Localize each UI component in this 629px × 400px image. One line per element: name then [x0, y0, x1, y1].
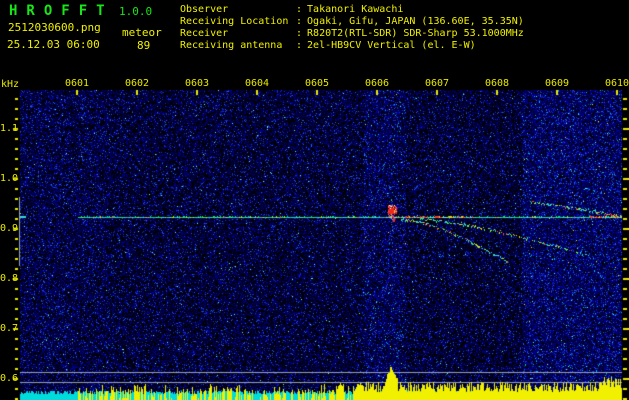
info-row-location: Receiving Location: Ogaki, Gifu, JAPAN (1… [180, 16, 524, 27]
time-label: 0601 [65, 78, 90, 89]
time-label: 0605 [305, 78, 330, 89]
freq-label: 1.0 [0, 173, 19, 184]
time-label: 0608 [485, 78, 510, 89]
time-label: 0610 [605, 78, 629, 89]
time-label: 0606 [365, 78, 390, 89]
time-label: 0609 [545, 78, 570, 89]
time-label: 0602 [125, 78, 150, 89]
hrofft-window: HROFFT 1.0.0 2512030600.png meteor 25.12… [0, 0, 629, 400]
time-label: 0604 [245, 78, 270, 89]
freq-label: 1.1 [0, 123, 19, 134]
echo-count: 89 [137, 39, 151, 52]
freq-label: 0.6 [0, 373, 19, 384]
info-row-receiver: Receiver: R820T2(RTL-SDR) SDR-Sharp 53.10… [180, 28, 524, 39]
freq-label: 0.7 [0, 323, 19, 334]
time-label: 0607 [425, 78, 450, 89]
freq-label: 0.8 [0, 273, 19, 284]
mode-label: meteor [122, 26, 162, 39]
info-row-observer: Observer: Takanori Kawachi [180, 4, 404, 15]
freq-label: 0.9 [0, 223, 19, 234]
freq-unit-label: kHz [1, 79, 20, 90]
spectrogram-canvas [0, 0, 629, 400]
capture-filename: 2512030600.png [8, 21, 101, 34]
station-info: Observer: Takanori Kawachi Receiving Loca… [180, 4, 524, 52]
time-label: 0603 [185, 78, 210, 89]
app-title: HROFFT [9, 3, 114, 19]
info-row-antenna: Receiving antenna:2el-HB9CV Vertical (el… [180, 40, 476, 51]
app-version: 1.0.0 [119, 5, 153, 18]
datetime-label: 25.12.03 06:00 [7, 38, 100, 51]
